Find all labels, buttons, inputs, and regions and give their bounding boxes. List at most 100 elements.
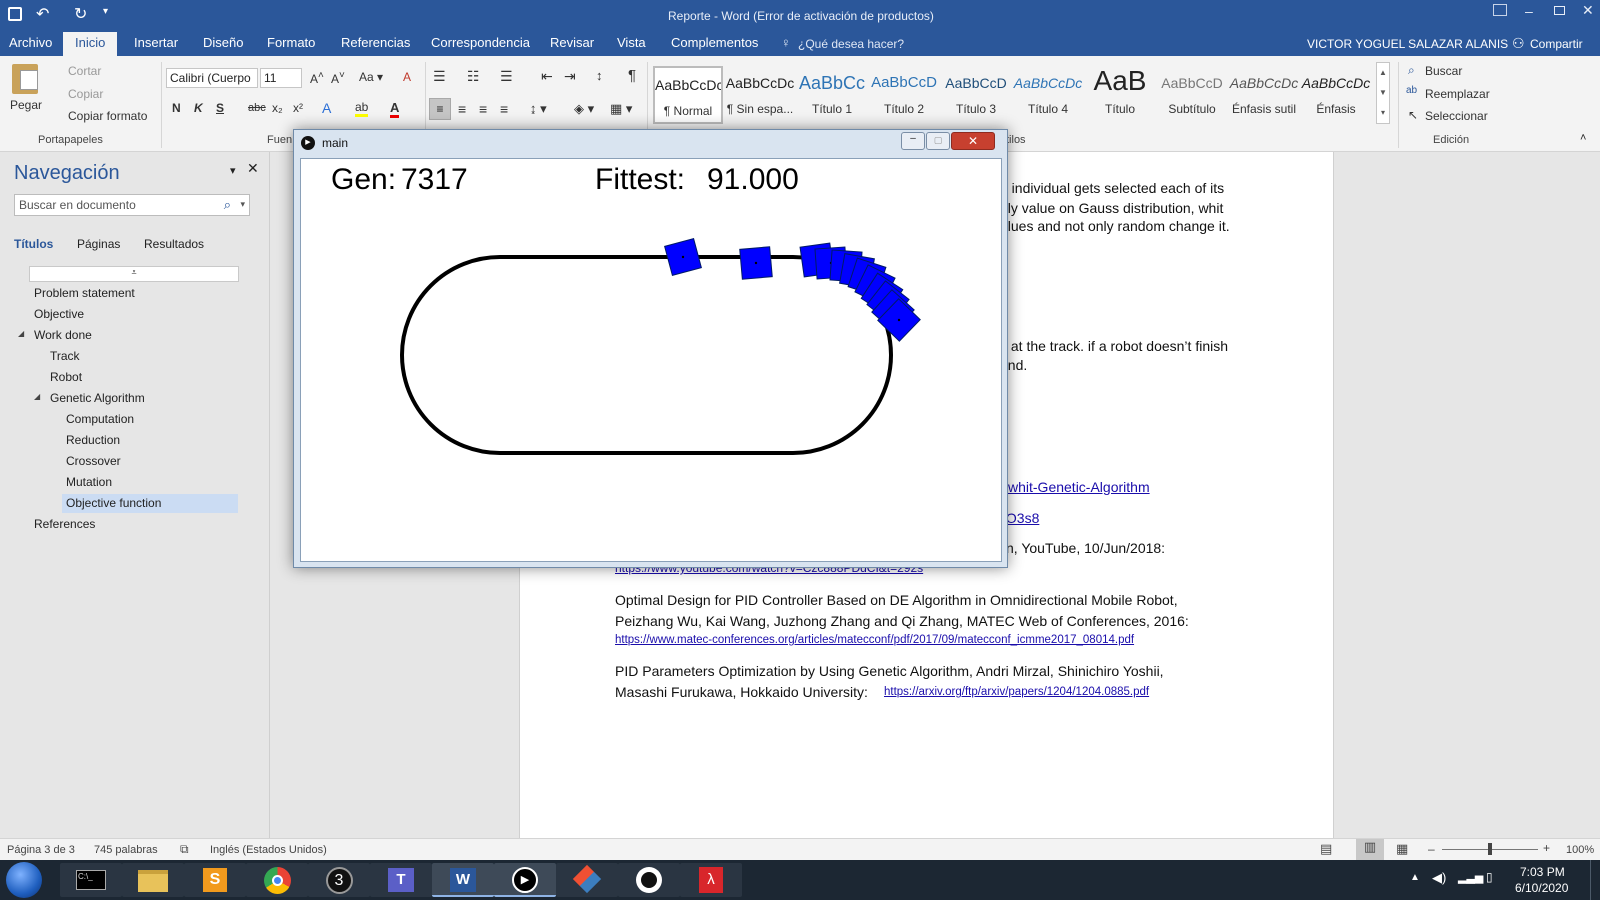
cut-button[interactable]: Cortar [68,64,101,78]
tab-diseno[interactable]: Diseño [203,35,243,50]
tray-expand-icon[interactable]: ▲ [1410,872,1420,883]
clipboard-icon[interactable] [12,64,38,94]
style-emphasis[interactable]: AaBbCcDc Énfasis [1301,66,1371,124]
nav-heading-item[interactable]: Work done [34,328,92,342]
strikethrough-icon[interactable]: abc [248,102,266,114]
github-icon[interactable] [618,863,680,897]
align-left-icon[interactable]: ≡ [429,98,451,120]
nav-heading-item[interactable]: Crossover [66,454,121,468]
multilevel-list-icon[interactable]: ☰ [500,68,513,85]
underline-icon[interactable]: S [216,101,224,115]
web-layout-icon[interactable]: ▦ [1396,841,1408,857]
nav-collapse-all[interactable]: ⩡ [29,266,239,282]
style-normal[interactable]: AaBbCcDc ¶ Normal [653,66,723,124]
show-marks-icon[interactable]: ¶ [628,67,636,84]
reference-link[interactable]: https://www.matec-conferences.org/articl… [615,634,1134,646]
style-heading-1[interactable]: AaBbCc Título 1 [797,66,867,124]
style-no-spacing[interactable]: AaBbCcDc ¶ Sin espa... [725,66,795,124]
nav-heading-item[interactable]: Problem statement [34,286,135,300]
page-count[interactable]: Página 3 de 3 [7,844,75,856]
nav-heading-item[interactable]: Track [50,349,80,363]
ribbon-display-icon[interactable] [1493,4,1507,16]
nav-heading-item[interactable]: Objective [34,307,84,321]
subscript-icon[interactable]: x₂ [272,101,283,115]
copy-button[interactable]: Copiar [68,87,103,101]
nav-close-icon[interactable]: ✕ [247,160,259,177]
zoom-slider[interactable] [1442,843,1538,855]
clock-time[interactable]: 7:03 PM [1520,865,1565,879]
proofing-icon[interactable]: ⧉ [180,842,189,857]
style-heading-2[interactable]: AaBbCcD Título 2 [869,66,939,124]
start-button[interactable] [6,862,42,898]
tab-revisar[interactable]: Revisar [550,35,594,50]
select-button[interactable]: Seleccionar [1425,109,1488,123]
nav-heading-item[interactable]: References [34,517,95,531]
nav-tab-resultados[interactable]: Resultados [144,237,204,251]
nav-heading-item[interactable]: Computation [66,412,134,426]
minimize-icon[interactable]: – [901,132,925,150]
close-icon[interactable]: ✕ [951,132,995,150]
clock-date[interactable]: 6/10/2020 [1515,881,1568,895]
align-right-icon[interactable]: ≡ [479,101,487,117]
file-explorer-icon[interactable] [122,863,184,897]
player-icon[interactable]: ▶ [494,863,556,897]
numbering-icon[interactable]: ☷ [467,68,480,85]
battery-icon[interactable]: ▯ [1486,870,1493,884]
italic-icon[interactable]: K [194,101,203,115]
zoom-in-icon[interactable]: + [1543,841,1550,855]
tab-inicio[interactable]: Inicio [63,32,118,56]
find-button[interactable]: Buscar [1425,64,1462,78]
read-mode-icon[interactable]: ▤ [1320,841,1332,857]
word-count[interactable]: 745 palabras [94,844,158,856]
style-title[interactable]: AaB Título [1085,66,1155,124]
styles-scroll[interactable]: ▲ ▼ ▾ [1376,62,1390,124]
acrobat-icon[interactable]: λ [680,863,742,897]
nav-heading-item[interactable]: Reduction [66,433,120,447]
superscript-icon[interactable]: x² [293,101,303,115]
simulation-window[interactable]: ▶ main – ▢ ✕ Gen: 7317 Fittest: 91.000 [293,129,1008,568]
nav-heading-item[interactable]: Robot [50,370,82,384]
justify-icon[interactable]: ≡ [500,101,508,117]
cmd-icon[interactable]: C:\_ [60,863,122,897]
tab-insertar[interactable]: Insertar [134,35,178,50]
tab-vista[interactable]: Vista [617,35,646,50]
font-color-icon[interactable]: A [390,100,400,118]
grow-font-icon[interactable]: A˄ [310,70,324,86]
brackets-icon[interactable]: 3 [308,863,370,897]
highlight-icon[interactable]: ab [355,100,369,117]
line-spacing-icon[interactable]: ↨ ▾ [530,101,547,117]
zoom-out-icon[interactable]: – [1428,842,1435,856]
align-center-icon[interactable]: ≡ [458,101,466,117]
font-size-select[interactable]: 11 [260,68,302,88]
volume-icon[interactable]: ◀) [1432,870,1446,886]
shrink-font-icon[interactable]: A˅ [331,70,345,86]
save-icon[interactable] [8,7,22,21]
share-button[interactable]: Compartir [1530,37,1583,51]
tab-correspondencia[interactable]: Correspondencia [431,35,530,50]
reference-link[interactable]: https://arxiv.org/ftp/arxiv/papers/1204/… [884,686,1149,698]
chevron-down-icon[interactable]: ▾ [240,199,245,210]
sort-icon[interactable]: ↕ [596,68,603,83]
style-heading-3[interactable]: AaBbCcD Título 3 [941,66,1011,124]
collapse-ribbon-icon[interactable]: ˄ [1580,132,1586,144]
close-icon[interactable]: ✕ [1582,2,1594,19]
borders-icon[interactable]: ▦ ▾ [610,101,632,117]
language[interactable]: Inglés (Estados Unidos) [210,844,327,856]
undo-icon[interactable]: ↶ [36,4,49,24]
maximize-icon[interactable]: ▢ [926,132,950,150]
minimize-icon[interactable]: – [1525,3,1533,19]
change-case-icon[interactable]: Aa ▾ [359,70,383,84]
style-subtitle[interactable]: AaBbCcD Subtítulo [1157,66,1227,124]
user-name[interactable]: VICTOR YOGUEL SALAZAR ALANIS [1307,37,1508,51]
tab-formato[interactable]: Formato [267,35,315,50]
decrease-indent-icon[interactable]: ⇤ [541,68,553,85]
network-icon[interactable]: ▂▃▅ [1458,871,1483,884]
bullets-icon[interactable]: ☰ [433,68,446,85]
style-heading-4[interactable]: AaBbCcDc Título 4 [1013,66,1083,124]
redo-icon[interactable]: ↻ [74,4,87,24]
nav-heading-item[interactable]: Mutation [66,475,112,489]
shading-icon[interactable]: ◈ ▾ [574,101,594,117]
nav-heading-item[interactable]: Objective function [66,496,161,510]
show-desktop-button[interactable] [1590,860,1600,900]
format-painter-button[interactable]: Copiar formato [68,109,147,123]
